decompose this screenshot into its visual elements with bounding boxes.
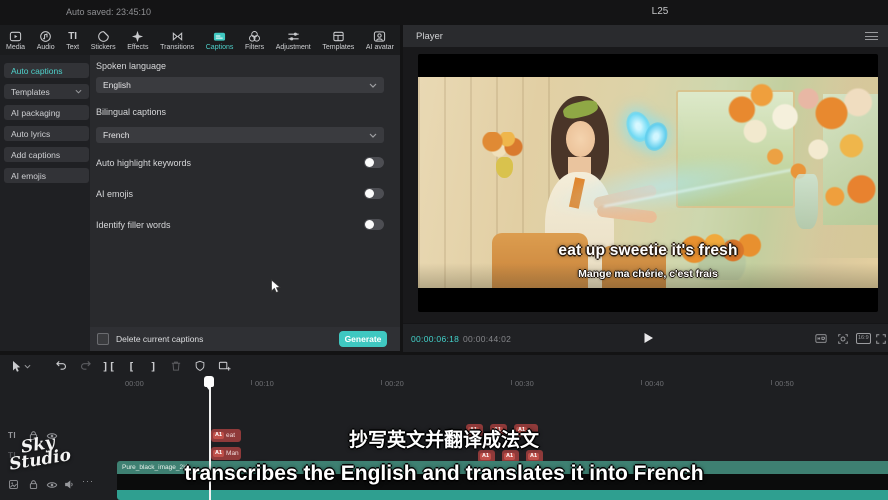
auto-highlight-label: Auto highlight keywords (96, 158, 191, 168)
player-header: Player (403, 25, 888, 47)
tab-transitions[interactable]: Transitions (160, 30, 194, 51)
player-panel-title: Player (416, 31, 443, 42)
player-body: eat up sweetie it's fresh Mange ma chéri… (403, 47, 888, 323)
ai-emojis-toggle[interactable] (364, 188, 384, 199)
tab-adjustment[interactable]: Adjustment (276, 30, 311, 51)
captions-sidebar: Auto captions Templates AI packaging Aut… (0, 55, 90, 351)
current-timecode: 00:00:06:18 (411, 334, 459, 344)
project-title: L25 (600, 6, 720, 17)
sidebar-item-add-captions[interactable]: Add captions (4, 147, 89, 162)
media-icon (9, 30, 22, 43)
video-preview: eat up sweetie it's fresh Mange ma chéri… (418, 54, 878, 312)
text-icon: TI (68, 30, 77, 43)
tab-captions[interactable]: Captions (206, 30, 234, 51)
overlay-subtitle-chinese: 抄写英文并翻译成法文 (0, 425, 888, 452)
chevron-down-icon (369, 83, 377, 88)
select-tool-icon[interactable] (10, 360, 22, 373)
scene-left-vase (496, 157, 513, 178)
bilingual-captions-label: Bilingual captions (96, 107, 166, 117)
crop-icon[interactable] (218, 360, 231, 372)
playhead-handle[interactable] (204, 376, 214, 387)
mouse-cursor-icon (270, 279, 282, 294)
effects-icon (131, 30, 144, 43)
tab-templates[interactable]: Templates (322, 30, 354, 51)
tab-media[interactable]: Media (6, 30, 25, 51)
player-menu-icon[interactable] (865, 32, 878, 41)
spoken-language-select[interactable]: English (96, 77, 384, 93)
ratio-16-9-icon[interactable]: 16:9 (856, 333, 871, 344)
transitions-icon (171, 30, 184, 43)
toggle-knob (365, 158, 374, 167)
auto-highlight-toggle[interactable] (364, 157, 384, 168)
generate-button[interactable]: Generate (339, 331, 387, 347)
sticker-icon (97, 30, 110, 43)
sidebar-item-ai-emojis[interactable]: AI emojis (4, 168, 89, 183)
fullscreen-icon[interactable] (875, 333, 887, 345)
tab-audio[interactable]: Audio (37, 30, 55, 51)
video-caption-primary: eat up sweetie it's fresh (418, 242, 878, 260)
sidebar-item-auto-captions[interactable]: Auto captions (4, 63, 89, 78)
filters-icon (248, 30, 261, 43)
trim-right-icon[interactable]: ] (150, 360, 157, 373)
scene-left-bouquet (482, 132, 523, 159)
toggle-knob (365, 220, 374, 229)
delete-icon[interactable] (170, 360, 182, 372)
ai-emojis-label: AI emojis (96, 189, 133, 199)
trim-left-icon[interactable]: [ (128, 360, 135, 373)
captions-icon (213, 30, 226, 43)
adjustment-icon (287, 30, 300, 43)
sidebar-item-templates[interactable]: Templates (4, 84, 89, 99)
quality-icon[interactable] (815, 333, 827, 344)
captions-panel-footer: Delete current captions Generate (90, 327, 400, 351)
scene-vase (795, 174, 818, 229)
scene-face (566, 121, 595, 157)
bilingual-captions-select[interactable]: French (96, 127, 384, 143)
focus-icon[interactable] (837, 333, 849, 345)
toggle-knob (365, 189, 374, 198)
chevron-down-icon (75, 89, 82, 94)
filler-words-toggle[interactable] (364, 219, 384, 230)
tab-ai-avatar[interactable]: AI avatar (366, 30, 394, 51)
audio-icon (39, 30, 52, 43)
undo-icon[interactable] (55, 360, 68, 372)
title-bar: Auto saved: 23:45:10 L25 (0, 0, 888, 25)
mask-icon[interactable] (194, 360, 206, 372)
spoken-language-label: Spoken language (96, 61, 166, 71)
duration-timecode: 00:00:44:02 (463, 334, 511, 344)
tab-stickers[interactable]: Stickers (91, 30, 116, 51)
video-clip-footer (117, 490, 888, 500)
auto-captions-panel (90, 55, 400, 351)
autosave-status: Auto saved: 23:45:10 (66, 7, 151, 17)
player-controls: 00:00:06:18 00:00:44:02 16:9 (403, 323, 888, 352)
redo-icon[interactable] (79, 360, 92, 372)
sidebar-item-auto-lyrics[interactable]: Auto lyrics (4, 126, 89, 141)
sidebar-item-ai-packaging[interactable]: AI packaging (4, 105, 89, 120)
butterfly-icon (627, 107, 668, 158)
tab-text[interactable]: TI Text (66, 30, 79, 51)
video-caption-secondary: Mange ma chérie, c'est frais (418, 268, 878, 280)
filler-words-label: Identify filler words (96, 220, 171, 230)
delete-captions-label: Delete current captions (116, 334, 203, 344)
split-icon[interactable]: ][ (102, 360, 115, 373)
top-toolbar: Media Audio TI Text Stickers Effects Tra… (0, 25, 400, 55)
overlay-subtitle-english: transcribes the English and translates i… (0, 462, 888, 486)
delete-captions-checkbox[interactable] (97, 333, 109, 345)
templates-icon (332, 30, 345, 43)
play-button[interactable] (643, 332, 654, 344)
ai-avatar-icon (373, 30, 386, 43)
chevron-down-icon[interactable] (24, 364, 31, 369)
tab-filters[interactable]: Filters (245, 30, 264, 51)
tab-effects[interactable]: Effects (127, 30, 148, 51)
chevron-down-icon (369, 133, 377, 138)
app-window: Auto saved: 23:45:10 L25 Media Audio TI … (0, 0, 888, 500)
